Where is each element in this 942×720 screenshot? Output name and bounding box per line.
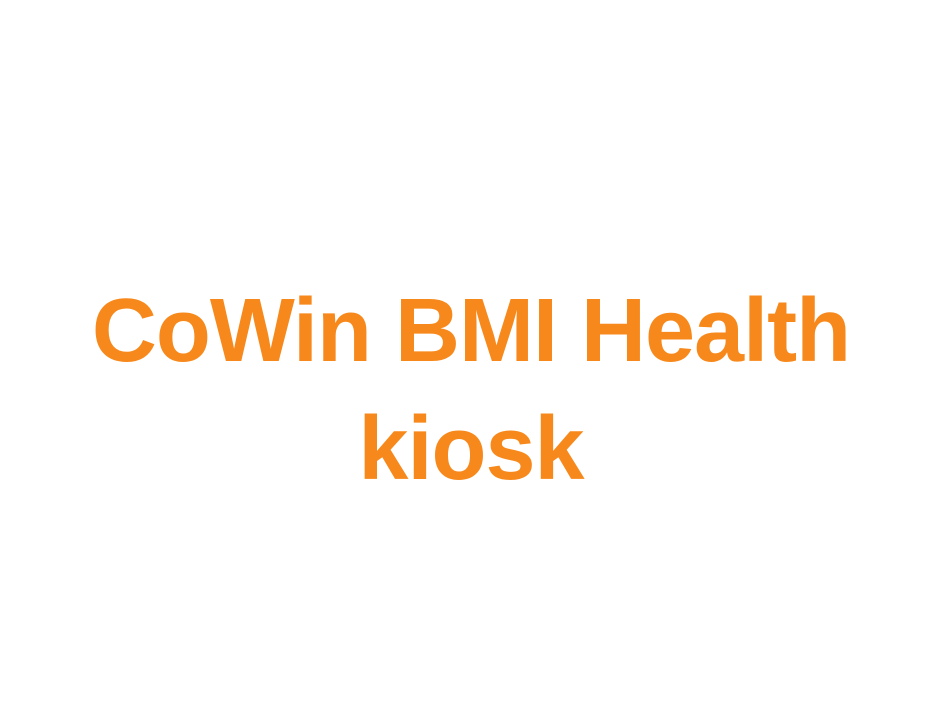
app-title-line-2: kiosk (358, 399, 584, 499)
app-title-line-1: CoWin BMI Health (91, 281, 851, 381)
app-title: CoWin BMI Health kiosk (0, 272, 942, 508)
splash-screen: CoWin BMI Health kiosk (0, 0, 942, 720)
